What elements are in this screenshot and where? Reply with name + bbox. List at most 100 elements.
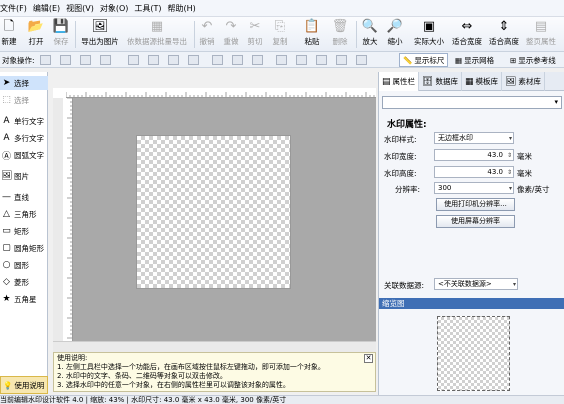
fit-width-icon: ⇔ [461,19,473,34]
usage-line: 3. 选择水印中的任意一个对象，在右侧的属性栏里可以调整该对象的属性。 [57,381,290,389]
help-button[interactable]: 💡 使用说明 [0,376,48,394]
resolution-select[interactable]: 300 ▾ [434,182,514,194]
watermark-properties-title: 水印属性: [387,120,427,130]
unlock-icon[interactable] [336,55,347,65]
align-bottom-icon[interactable] [148,55,159,65]
tool-marquee[interactable]: ⬚ 选择 [0,93,48,107]
use-printer-resolution-button[interactable]: 使用打印机分辨率... [436,198,515,211]
distribute-h-icon[interactable] [168,55,179,65]
show-ruler-toggle[interactable]: 📏 显示标尺 [399,53,449,67]
watermark-height-row: 水印高度: 43.0 ⇕ 毫米 [384,166,532,178]
menu-file[interactable]: 文件(F) [0,3,33,14]
distribute-v-icon[interactable] [188,55,199,65]
group-icon[interactable] [356,55,367,65]
zoom-out-button[interactable]: 🔎 缩小 [385,19,405,50]
align-top-icon[interactable] [100,55,111,65]
bring-front-icon[interactable] [276,55,287,65]
align-right-icon[interactable] [80,55,91,65]
send-back-icon[interactable] [296,55,307,65]
database-icon: 🗄 [422,76,434,87]
fit-width-button[interactable]: ⇔ 适合宽度 [450,19,484,50]
tool-circle[interactable]: ○ 圆形 [0,258,48,272]
close-icon[interactable]: ✕ [364,354,373,363]
tool-image[interactable]: 🖼 图片 [0,169,48,183]
tool-diamond[interactable]: ◇ 菱形 [0,275,48,289]
align-center-icon[interactable] [60,55,71,65]
menu-object[interactable]: 对象(O) [100,3,135,14]
copy-icon: ⎘ [274,19,286,34]
paste-button[interactable]: 📋 粘贴 [302,19,322,50]
tool-line[interactable]: — 直线 [0,190,48,204]
thumbnail-preview [437,316,510,391]
object-selector-dropdown[interactable]: ▾ [382,96,562,109]
tool-select[interactable]: ➤ 选择 [0,76,48,90]
star-icon: ★ [2,294,11,304]
zoom-in-button[interactable]: 🔍 放大 [360,19,380,50]
menu-help[interactable]: 帮助(H) [168,3,202,14]
thumbnail-header: 缩览图 [379,298,564,309]
open-button[interactable]: 📂 打开 [25,19,47,50]
menu-edit[interactable]: 编辑(E) [33,3,66,14]
tool-rounded-rectangle[interactable]: ▢ 圆角矩形 [0,241,48,255]
lock-icon[interactable] [316,55,327,65]
watermark-width-input[interactable]: 43.0 ⇕ [434,149,514,161]
copy-button[interactable]: ⎘ 复制 [270,19,290,50]
tool-star[interactable]: ★ 五角星 [0,292,48,306]
data-source-row: 关联数据源: <不关联数据源> ▾ [379,278,564,291]
tool-arc-text[interactable]: Ⓐ 圆弧文字 [0,148,48,162]
menu-view[interactable]: 视图(V) [66,3,100,14]
tool-multiline-text[interactable]: A 多行文字 [0,131,48,145]
chevron-down-icon: ▾ [508,185,512,192]
same-size-icon[interactable] [252,55,263,65]
same-height-icon[interactable] [232,55,243,65]
undo-button[interactable]: ↶ 撤销 [197,19,217,50]
tool-single-line-text[interactable]: A 单行文字 [0,114,48,128]
horizontal-ruler [66,88,376,98]
watermark-canvas[interactable] [136,135,291,289]
trash-icon: 🗑 [331,19,349,34]
folder-icon: 📂 [27,19,45,34]
tab-properties[interactable]: ▤ 属性栏 [379,72,420,91]
horizontal-scrollbar[interactable] [53,341,376,352]
watermark-style-select[interactable]: 无边框水印 ▾ [434,132,514,144]
spinner-icon[interactable]: ⇕ [507,168,512,178]
align-left-icon[interactable] [40,55,51,65]
multiline-text-icon: A [3,133,10,143]
toolbar-separator [75,21,76,48]
align-middle-icon[interactable] [128,55,139,65]
fit-height-button[interactable]: ⇕ 适合高度 [487,19,521,50]
tool-panel: ➤ 选择 ⬚ 选择 A 单行文字 A 多行文字 Ⓐ 圆弧文字 🖼 图片 — 直线 △ 三角形 ▭… [0,72,48,380]
new-button[interactable]: 🗋 新建 [0,19,18,50]
show-grid-toggle[interactable]: ▦ 显示网格 [451,53,498,67]
save-button[interactable]: 💾 保存 [51,19,71,50]
guides-icon: ⊞ [510,55,517,65]
data-source-select[interactable]: <不关联数据源> ▾ [434,278,518,290]
image-icon: 🖼 [1,171,13,181]
actual-size-button[interactable]: ▣ 实际大小 [412,19,446,50]
export-image-button[interactable]: 🖼 导出为图片 [78,19,122,50]
show-guides-toggle[interactable]: ⊞ 显示参考线 [506,53,560,67]
cut-button[interactable]: ✂ 剪切 [245,19,265,50]
use-screen-resolution-button[interactable]: 使用屏幕分辨率 [436,215,515,228]
tab-materials[interactable]: 🖼 素材库 [502,72,545,91]
redo-button[interactable]: ↷ 重做 [221,19,241,50]
tool-rectangle[interactable]: ▭ 矩形 [0,224,48,238]
clipboard-icon: 📋 [303,19,321,34]
watermark-style-row: 水印样式: 无边框水印 ▾ [384,132,514,144]
batch-export-button[interactable]: ▦ 依数据源批量导出 [123,19,191,50]
tab-database[interactable]: 🗄 数据库 [419,72,462,91]
usage-instructions-panel: 使用说明: 1. 左侧工具栏中选择一个功能后，在画布区域按住鼠标左键拖动，即可添… [53,352,376,392]
page-properties-button[interactable]: ▤ 整页属性 [524,19,558,50]
line-icon: — [2,192,11,202]
chevron-down-icon: ▾ [512,281,516,288]
object-operations-bar: 对象操作: 📏 显示标尺 ▦ 显示网格 ⊞ 显示参考线 [0,52,564,68]
tool-triangle[interactable]: △ 三角形 [0,207,48,221]
vertical-scrollbar[interactable] [53,98,63,341]
delete-button[interactable]: 🗑 删除 [330,19,350,50]
rectangle-icon: ▭ [2,226,11,236]
menu-tools[interactable]: 工具(T) [134,3,167,14]
tab-templates[interactable]: ▦ 模板库 [462,72,502,91]
spinner-icon[interactable]: ⇕ [507,151,512,161]
same-width-icon[interactable] [212,55,223,65]
watermark-height-input[interactable]: 43.0 ⇕ [434,166,514,178]
